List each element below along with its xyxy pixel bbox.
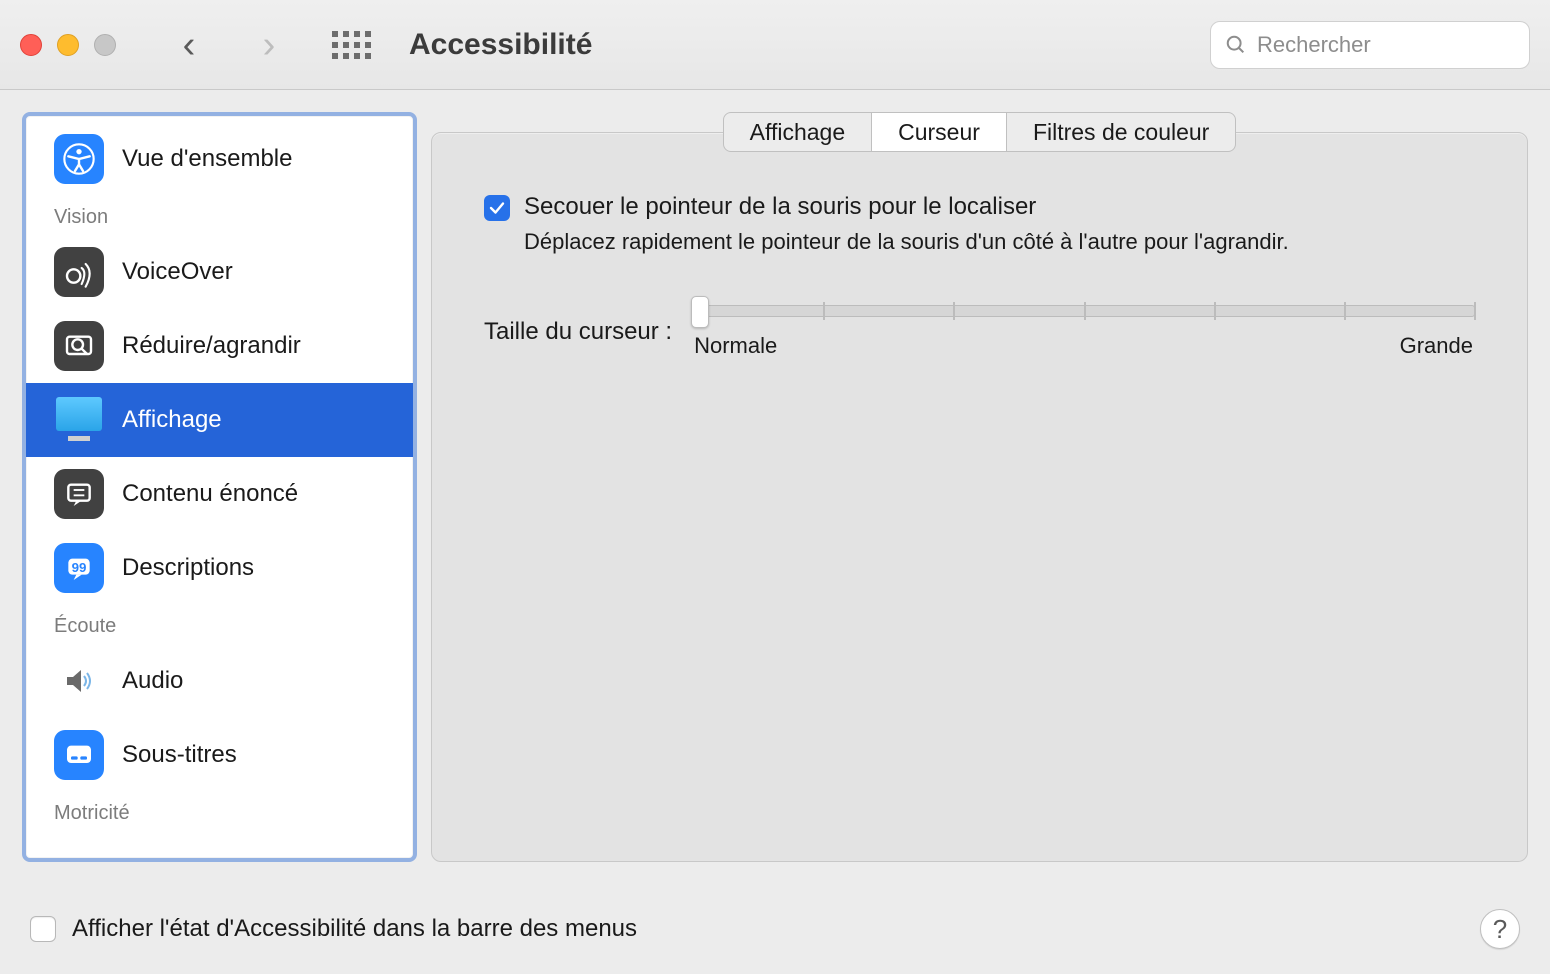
sidebar-item-descriptions[interactable]: 99 Descriptions: [26, 531, 413, 605]
segmented-control: Affichage Curseur Filtres de couleur: [723, 112, 1237, 152]
window-footer: Afficher l'état d'Accessibilité dans la …: [0, 884, 1550, 974]
chevron-right-icon: ›: [263, 26, 276, 64]
sidebar-section-motricite: Motricité: [26, 792, 413, 831]
sidebar-item-subtitles[interactable]: Sous-titres: [26, 718, 413, 792]
sidebar-item-label: Descriptions: [122, 554, 254, 582]
cursor-size-slider[interactable]: [692, 305, 1475, 317]
checkmark-icon: [488, 199, 506, 217]
search-field[interactable]: [1210, 21, 1530, 69]
zoom-icon: [54, 321, 104, 371]
window-zoom-button: [94, 34, 116, 56]
voiceover-icon: [54, 247, 104, 297]
menubar-status-checkbox[interactable]: [30, 916, 56, 942]
sidebar-item-label: Audio: [122, 667, 183, 695]
window-minimize-button[interactable]: [57, 34, 79, 56]
search-icon: [1225, 34, 1247, 56]
accessibility-sidebar: Vue d'ensemble Vision VoiceOver Réduire/…: [22, 112, 417, 862]
back-button[interactable]: ‹: [174, 25, 204, 65]
tab-label: Affichage: [750, 119, 845, 146]
traffic-lights: [20, 34, 116, 56]
cursor-size-label: Taille du curseur :: [484, 318, 672, 346]
help-button[interactable]: ?: [1480, 909, 1520, 949]
slider-min-label: Normale: [694, 333, 777, 359]
svg-text:99: 99: [72, 560, 87, 575]
sidebar-item-label: Affichage: [122, 406, 222, 434]
tab-label: Filtres de couleur: [1033, 119, 1209, 146]
window-toolbar: ‹ › Accessibilité: [0, 0, 1550, 90]
shake-to-locate-row: Secouer le pointeur de la souris pour le…: [484, 193, 1475, 221]
shake-to-locate-description: Déplacez rapidement le pointeur de la so…: [524, 229, 1475, 255]
sidebar-item-label: Sous-titres: [122, 741, 237, 769]
sidebar-item-overview[interactable]: Vue d'ensemble: [26, 122, 413, 196]
shake-to-locate-label: Secouer le pointeur de la souris pour le…: [524, 193, 1036, 221]
sidebar-item-label: Réduire/agrandir: [122, 332, 301, 360]
tab-cursor[interactable]: Curseur: [872, 112, 1007, 152]
sidebar-item-spoken-content[interactable]: Contenu énoncé: [26, 457, 413, 531]
show-all-button[interactable]: [332, 31, 371, 59]
cursor-size-row: Taille du curseur : Normale Gr: [484, 305, 1475, 359]
sidebar-item-zoom[interactable]: Réduire/agrandir: [26, 309, 413, 383]
navigation-buttons: ‹ ›: [174, 25, 284, 65]
window-close-button[interactable]: [20, 34, 42, 56]
sidebar-item-label: VoiceOver: [122, 258, 233, 286]
tab-display[interactable]: Affichage: [723, 112, 872, 152]
tab-color-filters[interactable]: Filtres de couleur: [1007, 112, 1236, 152]
audio-icon: [54, 656, 104, 706]
sidebar-item-label: Vue d'ensemble: [122, 145, 292, 173]
forward-button: ›: [254, 25, 284, 65]
cursor-settings-panel: Secouer le pointeur de la souris pour le…: [431, 132, 1528, 862]
search-input[interactable]: [1257, 32, 1545, 58]
chevron-left-icon: ‹: [183, 26, 196, 64]
sidebar-item-audio[interactable]: Audio: [26, 644, 413, 718]
subtitles-icon: [54, 730, 104, 780]
slider-max-label: Grande: [1400, 333, 1473, 359]
sidebar-section-vision: Vision: [26, 196, 413, 235]
descriptions-icon: 99: [54, 543, 104, 593]
sidebar-item-display[interactable]: Affichage: [26, 383, 413, 457]
accessibility-icon: [54, 134, 104, 184]
menubar-status-label: Afficher l'état d'Accessibilité dans la …: [72, 915, 1464, 943]
sidebar-item-voiceover[interactable]: VoiceOver: [26, 235, 413, 309]
slider-thumb[interactable]: [691, 296, 709, 328]
spoken-content-icon: [54, 469, 104, 519]
display-icon: [54, 395, 104, 445]
window-title: Accessibilité: [409, 28, 592, 62]
shake-to-locate-checkbox[interactable]: [484, 195, 510, 221]
tab-label: Curseur: [898, 119, 980, 146]
sidebar-section-ecoute: Écoute: [26, 605, 413, 644]
detail-pane: Affichage Curseur Filtres de couleur Sec…: [431, 112, 1528, 862]
sidebar-item-label: Contenu énoncé: [122, 480, 298, 508]
help-icon: ?: [1493, 914, 1507, 945]
